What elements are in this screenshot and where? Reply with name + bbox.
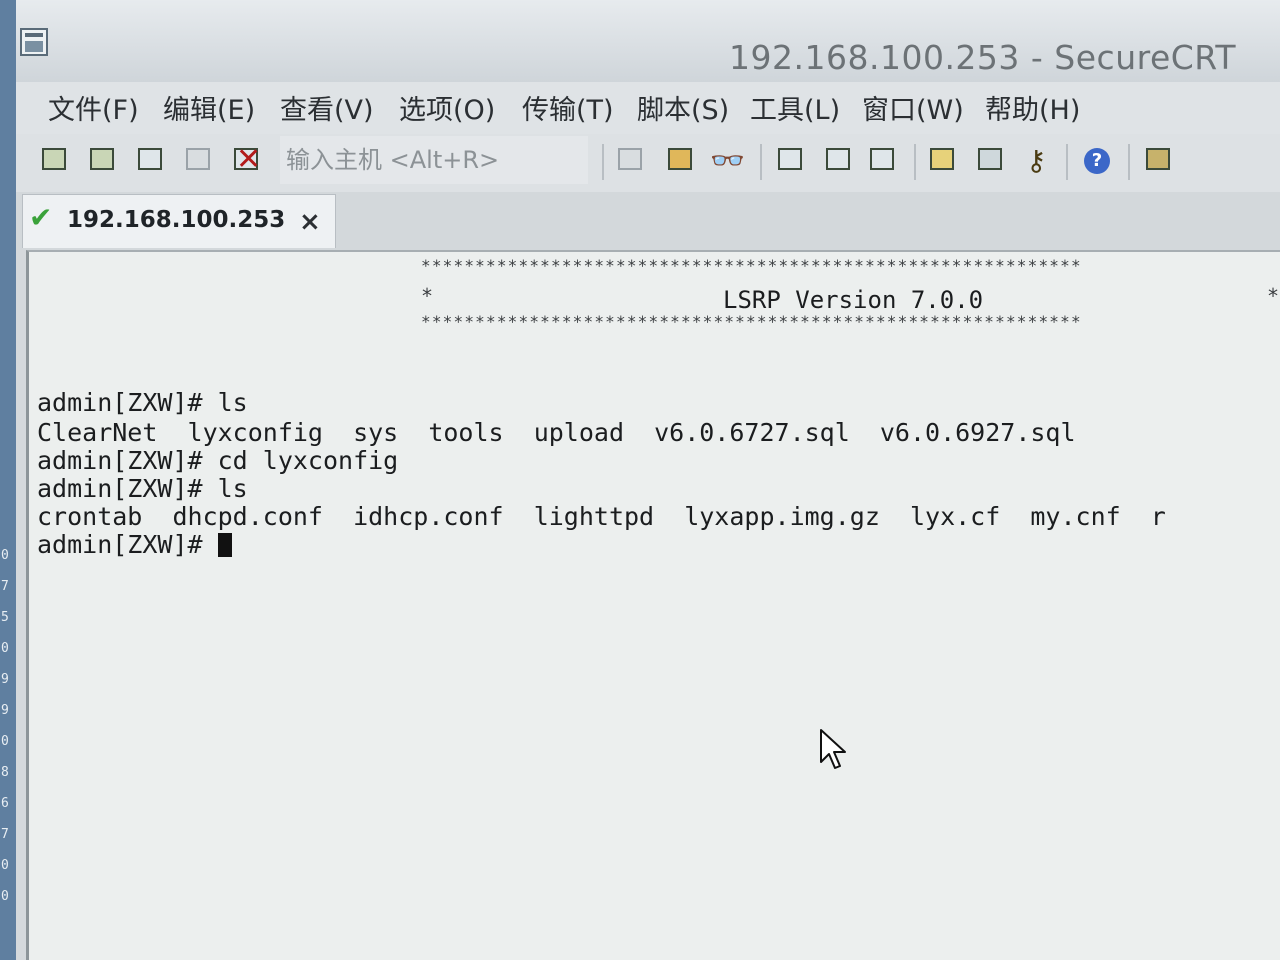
menu-file[interactable]: 文件(F)	[48, 88, 139, 127]
toolbar-separator	[1066, 144, 1068, 180]
terminal-line: admin[ZXW]# ls	[37, 474, 248, 503]
menu-view[interactable]: 查看(V)	[280, 88, 374, 127]
menu-tools[interactable]: 工具(L)	[750, 88, 840, 127]
quick-connect-input[interactable]	[280, 136, 588, 184]
terminal-prompt: admin[ZXW]#	[37, 530, 218, 559]
terminal-cursor	[217, 533, 232, 557]
print-selection-icon[interactable]	[822, 142, 856, 178]
banner-bottom-border: ****************************************…	[421, 312, 1082, 331]
toolbar-separator	[760, 144, 762, 180]
menu-edit[interactable]: 编辑(E)	[163, 88, 255, 127]
menu-bar: 文件(F) 编辑(E) 查看(V) 选项(O) 传输(T) 脚本(S) 工具(L…	[16, 82, 1280, 134]
copy-icon[interactable]	[614, 142, 648, 178]
toolbar-separator	[1128, 144, 1130, 180]
paste-icon[interactable]	[664, 142, 698, 178]
keymap-icon[interactable]: ⚷	[1018, 142, 1052, 178]
session-tab-strip: ✔ 192.168.100.253 ×	[16, 192, 1280, 250]
sftp-icon[interactable]	[1142, 142, 1176, 178]
toolbar-separator	[602, 144, 604, 180]
connected-check-icon: ✔	[29, 201, 53, 234]
session-tab[interactable]: ✔ 192.168.100.253 ×	[22, 194, 336, 248]
window-title: 192.168.100.253 - SecureCRT	[729, 38, 1236, 77]
connect-tab-icon[interactable]	[134, 142, 168, 178]
securecrt-window: 192.168.100.253 - SecureCRT 文件(F) 编辑(E) …	[16, 0, 1280, 960]
menu-help[interactable]: 帮助(H)	[985, 88, 1080, 127]
print-icon[interactable]	[866, 142, 900, 178]
terminal-line: crontab dhcpd.conf idhcp.conf lighttpd l…	[37, 502, 1166, 531]
session-tab-label: 192.168.100.253	[67, 207, 286, 233]
help-icon[interactable]: ?	[1080, 142, 1114, 178]
app-icon[interactable]	[20, 28, 48, 56]
menu-options[interactable]: 选项(O)	[399, 88, 495, 127]
close-tab-icon[interactable]: ×	[299, 207, 321, 237]
connect-icon[interactable]	[38, 142, 72, 178]
terminal-area[interactable]: ****************************************…	[26, 250, 1280, 960]
disconnect-icon[interactable]: ✕	[230, 142, 264, 178]
banner-left-star: *	[421, 284, 435, 308]
toolbar-separator	[914, 144, 916, 180]
background-window-text: 0 7 5 0 9 9 0 8 6 7 0 0	[1, 548, 9, 904]
reconnect-icon[interactable]	[182, 142, 216, 178]
session-options-icon[interactable]	[926, 142, 960, 178]
title-bar[interactable]: 192.168.100.253 - SecureCRT	[16, 0, 1280, 82]
background-window-edge: 0 7 5 0 9 9 0 8 6 7 0 0	[0, 0, 16, 960]
banner-title: LSRP Version 7.0.0	[723, 286, 984, 314]
print-screen-icon[interactable]	[774, 142, 808, 178]
terminal-line: admin[ZXW]# ls	[37, 388, 248, 417]
terminal-line: admin[ZXW]# cd lyxconfig	[37, 446, 399, 475]
find-icon[interactable]: 👓	[708, 142, 745, 178]
banner-right-star: *	[1267, 284, 1280, 308]
menu-window[interactable]: 窗口(W)	[862, 88, 964, 127]
menu-script[interactable]: 脚本(S)	[637, 88, 729, 127]
menu-transfer[interactable]: 传输(T)	[522, 88, 614, 127]
global-options-icon[interactable]	[974, 142, 1008, 178]
banner-top-border: ****************************************…	[421, 256, 1082, 275]
terminal-line: ClearNet lyxconfig sys tools upload v6.0…	[37, 418, 1076, 447]
toolbar: ✕ 👓 ⚷ ?	[16, 134, 1280, 192]
quick-connect-icon[interactable]	[86, 142, 120, 178]
terminal-prompt-line: admin[ZXW]#	[37, 530, 232, 559]
